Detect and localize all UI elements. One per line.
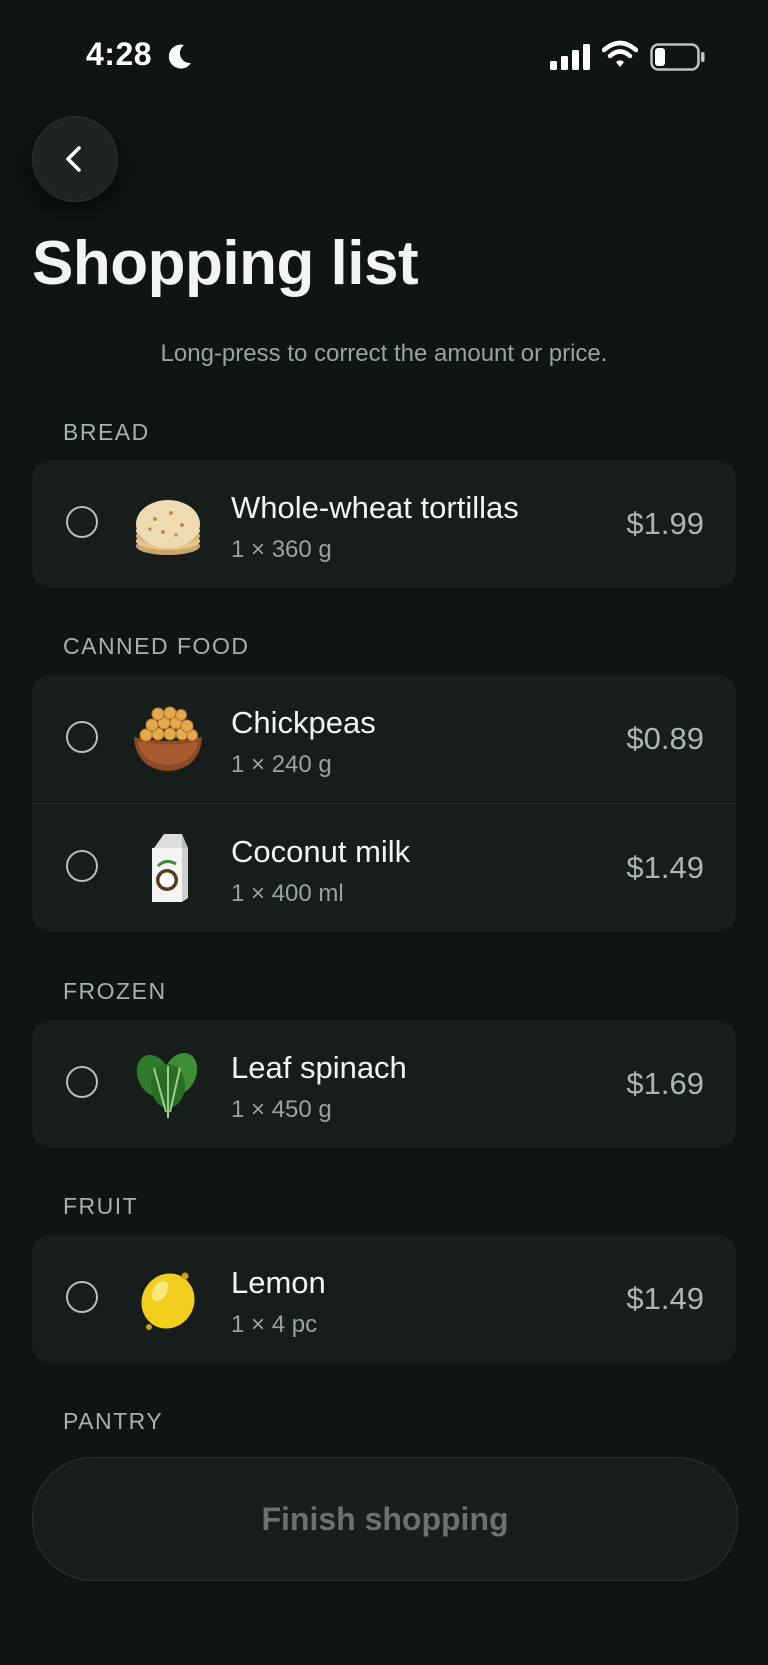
back-button[interactable] bbox=[32, 116, 118, 202]
chevron-left-icon bbox=[66, 146, 81, 172]
section-label-bread: BREAD bbox=[63, 419, 150, 445]
list-item[interactable]: Coconut milk 1 × 400 ml $1.49 bbox=[32, 803, 736, 932]
section-card-bread: Whole-wheat tortillas 1 × 360 g $1.99 bbox=[32, 460, 736, 588]
check-circle[interactable] bbox=[66, 506, 98, 538]
cellular-signal-icon bbox=[550, 44, 590, 70]
item-name: Lemon bbox=[231, 1265, 326, 1300]
status-time: 4:28 bbox=[86, 36, 153, 72]
section-label-frozen: FROZEN bbox=[63, 978, 167, 1004]
lemon-icon bbox=[141, 1272, 195, 1330]
section-card-fruit: Lemon 1 × 4 pc $1.49 bbox=[32, 1235, 736, 1363]
section-label-fruit: FRUIT bbox=[63, 1193, 139, 1219]
item-price: $0.89 bbox=[626, 721, 704, 756]
finish-shopping-button[interactable]: Finish shopping bbox=[32, 1457, 738, 1581]
item-quantity: 1 × 4 pc bbox=[231, 1311, 318, 1338]
item-quantity: 1 × 400 ml bbox=[231, 880, 344, 907]
list-item[interactable]: Lemon 1 × 4 pc $1.49 bbox=[32, 1235, 736, 1363]
chickpeas-icon bbox=[134, 706, 202, 771]
check-circle[interactable] bbox=[66, 850, 98, 882]
section-label-canned-food: CANNED FOOD bbox=[63, 633, 250, 659]
list-item[interactable]: Chickpeas 1 × 240 g $0.89 bbox=[32, 675, 736, 803]
check-circle[interactable] bbox=[66, 1066, 98, 1098]
tortillas-icon bbox=[136, 500, 200, 555]
item-name: Coconut milk bbox=[231, 834, 411, 869]
item-quantity: 1 × 360 g bbox=[231, 536, 332, 563]
item-price: $1.69 bbox=[626, 1066, 704, 1101]
hint-text: Long-press to correct the amount or pric… bbox=[160, 340, 608, 367]
coconut-milk-icon bbox=[152, 834, 188, 902]
item-price: $1.49 bbox=[626, 1281, 704, 1316]
status-bar: 4:28 bbox=[0, 0, 768, 110]
spinach-icon bbox=[136, 1052, 198, 1118]
item-price: $1.99 bbox=[626, 506, 704, 541]
page-title: Shopping list bbox=[32, 229, 419, 298]
section-label-pantry: PANTRY bbox=[63, 1408, 164, 1434]
section-card-frozen: Leaf spinach 1 × 450 g $1.69 bbox=[32, 1020, 736, 1148]
battery-icon bbox=[650, 43, 705, 71]
item-name: Whole-wheat tortillas bbox=[231, 490, 519, 525]
list-item[interactable]: Whole-wheat tortillas 1 × 360 g $1.99 bbox=[32, 460, 736, 588]
wifi-icon bbox=[602, 40, 638, 67]
check-circle[interactable] bbox=[66, 1281, 98, 1313]
item-quantity: 1 × 240 g bbox=[231, 751, 332, 778]
list-item[interactable]: Leaf spinach 1 × 450 g $1.69 bbox=[32, 1020, 736, 1148]
check-circle[interactable] bbox=[66, 721, 98, 753]
item-price: $1.49 bbox=[626, 850, 704, 885]
moon-icon bbox=[168, 44, 191, 69]
item-name: Leaf spinach bbox=[231, 1050, 407, 1085]
item-quantity: 1 × 450 g bbox=[231, 1096, 332, 1123]
item-name: Chickpeas bbox=[231, 705, 376, 740]
section-card-canned-food: Chickpeas 1 × 240 g $0.89 Coconut milk 1… bbox=[32, 675, 736, 932]
